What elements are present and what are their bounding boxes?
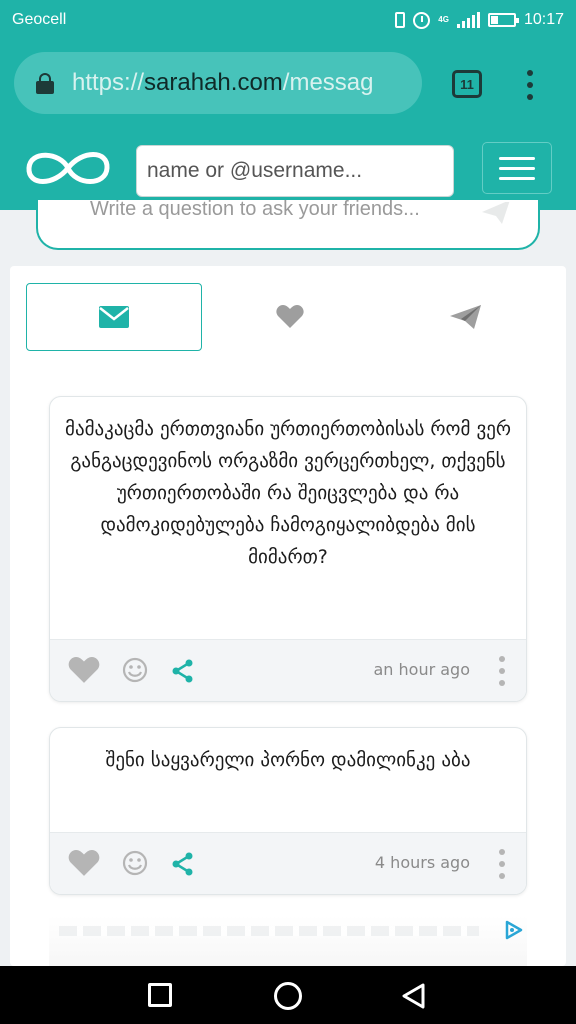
- system-navigation-bar: [0, 966, 576, 1024]
- recent-apps-button[interactable]: [148, 983, 172, 1007]
- address-bar[interactable]: https://sarahah.com/messag: [14, 52, 422, 114]
- envelope-icon: [99, 306, 129, 328]
- share-icon[interactable]: [171, 852, 195, 876]
- hamburger-menu-button[interactable]: [482, 142, 552, 194]
- ad-banner[interactable]: [49, 916, 527, 966]
- heart-icon: [276, 305, 304, 328]
- url-text[interactable]: https://sarahah.com/messag: [72, 69, 408, 97]
- signal-icon: [456, 12, 480, 28]
- url-host: sarahah.com: [144, 69, 283, 96]
- battery-icon: [487, 13, 519, 27]
- carrier-name: Geocell: [12, 11, 67, 28]
- tab-switcher-button[interactable]: 11: [452, 70, 482, 98]
- clock: 10:17: [523, 11, 564, 28]
- favorite-heart-icon[interactable]: [68, 850, 100, 877]
- app-header: [0, 128, 576, 210]
- browser-toolbar: https://sarahah.com/messag 11: [0, 40, 576, 128]
- lock-icon: [36, 73, 54, 94]
- browser-menu-button[interactable]: [524, 70, 536, 100]
- message-card: შენი საყვარელი პორნო დამილინკე აბა 4 hou…: [49, 727, 527, 895]
- message-more-menu[interactable]: [499, 849, 505, 879]
- url-prefix: https://: [72, 69, 145, 96]
- ask-placeholder[interactable]: Write a question to ask your friends...: [90, 200, 420, 221]
- url-path: /messag: [282, 69, 374, 96]
- message-footer: 4 hours ago: [50, 832, 526, 894]
- vibrate-icon: [395, 12, 406, 28]
- sarahah-logo-icon[interactable]: [24, 146, 112, 190]
- message-text: შენი საყვარელი პორნო დამილინკე აბა: [105, 749, 471, 771]
- back-button[interactable]: [400, 982, 426, 1010]
- paper-plane-icon: [450, 305, 481, 329]
- alarm-icon: [413, 11, 431, 29]
- send-icon[interactable]: [480, 202, 512, 224]
- share-icon[interactable]: [171, 659, 195, 683]
- message-more-menu[interactable]: [499, 656, 505, 686]
- favorite-heart-icon[interactable]: [68, 657, 100, 684]
- message-footer: an hour ago: [50, 639, 526, 701]
- react-smile-icon[interactable]: [122, 657, 148, 683]
- message-text: მამაკაცმა ერთთვიანი ურთიერთობისას რომ ვე…: [65, 418, 511, 568]
- network-type-label: 4G: [438, 15, 449, 24]
- tab-sent[interactable]: [378, 283, 554, 351]
- status-icons: 4G 10:17: [395, 11, 564, 29]
- ask-question-box[interactable]: Write a question to ask your friends...: [36, 200, 540, 250]
- react-smile-icon[interactable]: [122, 850, 148, 876]
- messages-panel: მამაკაცმა ერთთვიანი ურთიერთობისას რომ ვე…: [10, 266, 566, 966]
- message-timestamp: 4 hours ago: [374, 853, 470, 872]
- status-bar: Geocell 4G 10:17: [0, 0, 576, 40]
- search-input[interactable]: [136, 145, 454, 197]
- home-button[interactable]: [274, 982, 302, 1010]
- adchoices-icon[interactable]: [504, 920, 524, 940]
- message-card: მამაკაცმა ერთთვიანი ურთიერთობისას რომ ვე…: [49, 396, 527, 702]
- tab-favorites[interactable]: [202, 283, 378, 351]
- message-timestamp: an hour ago: [373, 660, 470, 679]
- tab-inbox[interactable]: [26, 283, 202, 351]
